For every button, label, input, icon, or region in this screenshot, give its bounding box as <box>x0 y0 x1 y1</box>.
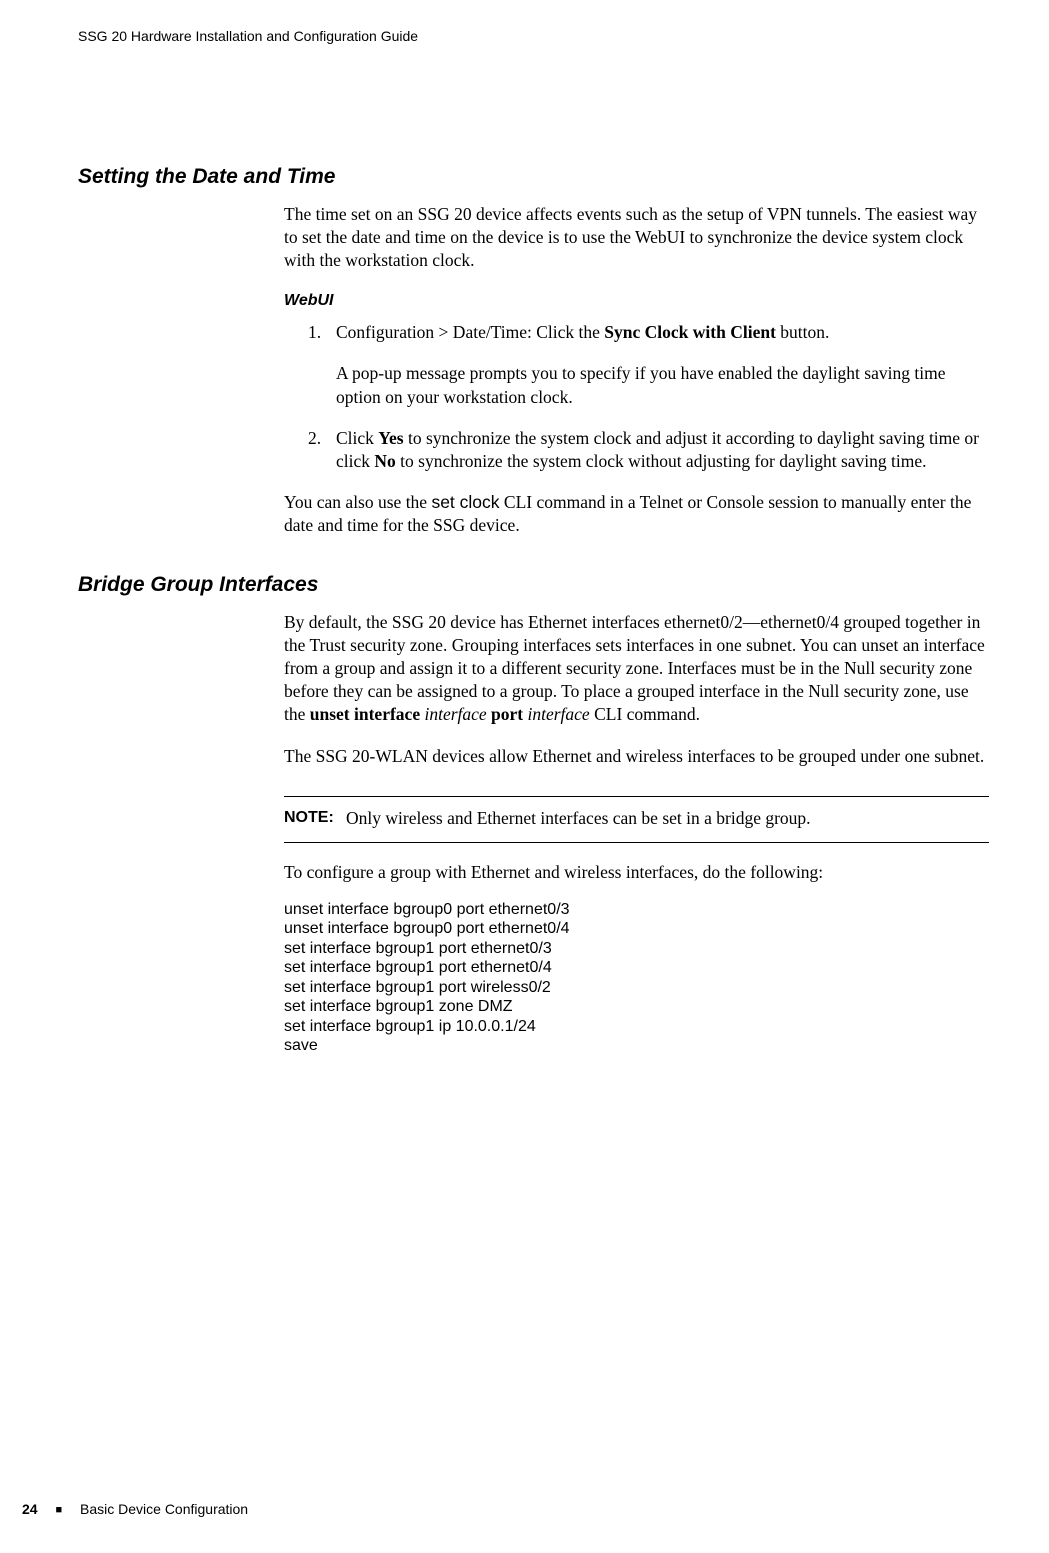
step2-prefix: Click <box>336 428 378 448</box>
bgroup-body: By default, the SSG 20 device has Ethern… <box>284 611 989 768</box>
cli-line: unset interface bgroup0 port ethernet0/3 <box>284 900 989 920</box>
bgroup-p1-ital2: interface <box>523 704 590 724</box>
footer-bullet-icon: ■ <box>55 1504 62 1516</box>
cli-line: set interface bgroup1 port ethernet0/3 <box>284 939 989 959</box>
date-time-intro: The time set on an SSG 20 device affects… <box>284 203 989 272</box>
cli-line: save <box>284 1036 989 1056</box>
step-1-number: 1. <box>308 321 321 344</box>
cli-line: set interface bgroup1 port wireless0/2 <box>284 978 989 998</box>
cli-line: set interface bgroup1 zone DMZ <box>284 997 989 1017</box>
step1-prefix: Configuration > Date/Time: Click the <box>336 322 604 342</box>
cli-para-prefix: You can also use the <box>284 492 431 512</box>
step2-yes: Yes <box>378 428 403 448</box>
bgroup-p3: To configure a group with Ethernet and w… <box>284 861 989 884</box>
step1-suffix: button. <box>776 322 829 342</box>
bgroup-p2: The SSG 20-WLAN devices allow Ethernet a… <box>284 745 989 768</box>
cli-block: unset interface bgroup0 port ethernet0/3… <box>284 900 989 1056</box>
heading-bridge-group: Bridge Group Interfaces <box>78 573 989 597</box>
bgroup-p1-bold2: port <box>491 704 523 724</box>
step-2-number: 2. <box>308 427 321 450</box>
date-time-body: The time set on an SSG 20 device affects… <box>284 203 989 537</box>
step-1-para2: A pop-up message prompts you to specify … <box>336 362 989 408</box>
cli-line: set interface bgroup1 port ethernet0/4 <box>284 958 989 978</box>
note-text: Only wireless and Ethernet interfaces ca… <box>346 807 811 830</box>
webui-steps: 1. Configuration > Date/Time: Click the … <box>284 321 989 472</box>
cli-set-clock: set clock <box>431 492 499 512</box>
bgroup-p1: By default, the SSG 20 device has Ethern… <box>284 611 989 726</box>
step-1: 1. Configuration > Date/Time: Click the … <box>308 321 989 408</box>
page-content: Setting the Date and Time The time set o… <box>78 165 989 1056</box>
bgroup-p1-ital1: interface <box>420 704 491 724</box>
webui-label: WebUI <box>284 290 989 311</box>
cli-paragraph: You can also use the set clock CLI comma… <box>284 491 989 537</box>
note-block: NOTE: Only wireless and Ethernet interfa… <box>284 796 989 843</box>
footer-section-name: Basic Device Configuration <box>80 1501 248 1517</box>
page-number: 24 <box>22 1501 38 1517</box>
bgroup-p1-bold1: unset interface <box>310 704 420 724</box>
heading-setting-date-time: Setting the Date and Time <box>78 165 989 189</box>
step-2-text: Click Yes to synchronize the system cloc… <box>336 428 979 471</box>
step1-bold: Sync Clock with Client <box>604 322 776 342</box>
page-footer: 24 ■ Basic Device Configuration <box>22 1501 248 1517</box>
step-1-text: Configuration > Date/Time: Click the Syn… <box>336 322 829 342</box>
bgroup-after-note: To configure a group with Ethernet and w… <box>284 861 989 1056</box>
step2-mid2: to synchronize the system clock without … <box>396 451 927 471</box>
step-2: 2. Click Yes to synchronize the system c… <box>308 427 989 473</box>
running-header: SSG 20 Hardware Installation and Configu… <box>78 28 418 44</box>
cli-line: unset interface bgroup0 port ethernet0/4 <box>284 919 989 939</box>
step2-no: No <box>374 451 395 471</box>
bgroup-p1-post: CLI command. <box>590 704 700 724</box>
cli-line: set interface bgroup1 ip 10.0.0.1/24 <box>284 1017 989 1037</box>
note-label: NOTE: <box>284 807 346 830</box>
